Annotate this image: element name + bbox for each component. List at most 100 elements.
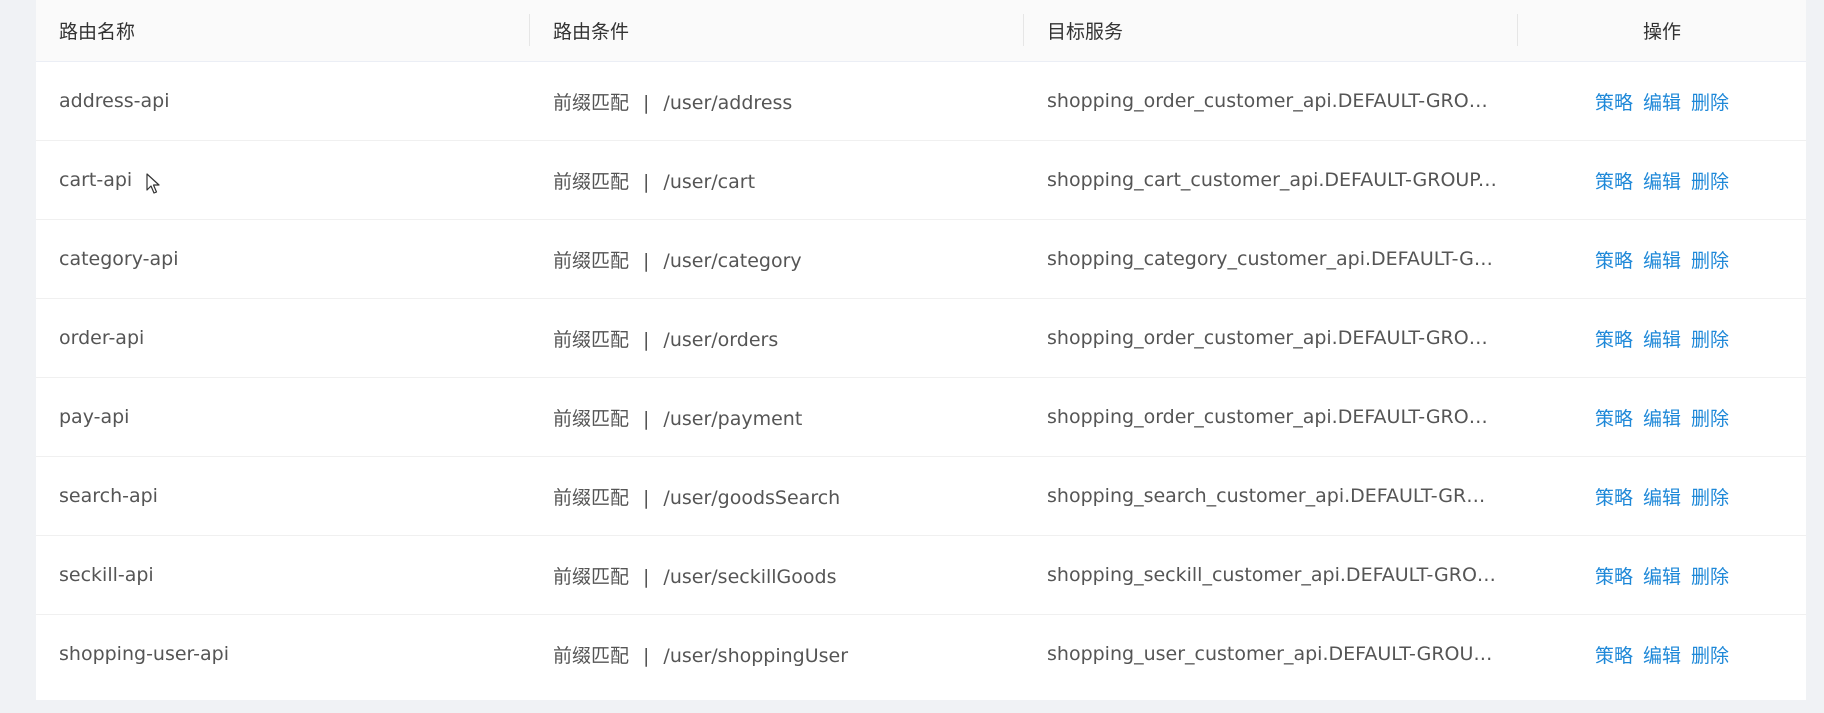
delete-link[interactable]: 删除 [1691, 250, 1729, 272]
route-condition-cell: 前缀匹配 | /user/address [530, 61, 1024, 141]
table-row: order-api 前缀匹配 | /user/orders shopping_ord… [36, 298, 1806, 378]
match-type-label: 前缀匹配 [553, 249, 630, 272]
delete-link[interactable]: 删除 [1691, 92, 1729, 114]
target-service-cell: shopping_seckill_customer_api.DEFAULT-GR… [1024, 535, 1518, 615]
table-row: search-api 前缀匹配 | /user/goodsSearch shoppi… [36, 456, 1806, 536]
route-table-panel: 路由名称 路由条件 目标服务 操作 address-api 前缀匹配 | /user… [36, 0, 1806, 700]
edit-link[interactable]: 编辑 [1643, 329, 1681, 351]
route-path: /user/orders [663, 328, 779, 351]
route-name-cell: cart-api [36, 140, 530, 220]
route-path: /user/goodsSearch [663, 486, 841, 509]
operations-cell: 策略 编辑 删除 [1518, 61, 1806, 141]
condition-separator: | [643, 407, 650, 430]
route-name-cell: order-api [36, 298, 530, 378]
target-service-text: shopping_order_customer_api.DEFAULT-GROU… [1047, 327, 1497, 350]
policy-link[interactable]: 策略 [1595, 566, 1633, 588]
route-path: /user/seckillGoods [663, 565, 837, 588]
policy-link[interactable]: 策略 [1595, 408, 1633, 430]
table-row: category-api 前缀匹配 | /user/category shoppin… [36, 219, 1806, 299]
delete-link[interactable]: 删除 [1691, 645, 1729, 667]
table-body: address-api 前缀匹配 | /user/address shopping_… [36, 61, 1806, 694]
operations-cell: 策略 编辑 删除 [1518, 377, 1806, 457]
edit-link[interactable]: 编辑 [1643, 171, 1681, 193]
delete-link[interactable]: 删除 [1691, 487, 1729, 509]
condition-separator: | [643, 565, 650, 588]
route-condition-cell: 前缀匹配 | /user/category [530, 219, 1024, 299]
condition-separator: | [643, 249, 650, 272]
column-header-operations: 操作 [1518, 0, 1806, 62]
target-service-cell: shopping_cart_customer_api.DEFAULT-GROUP… [1024, 140, 1518, 220]
route-path: /user/address [663, 91, 793, 114]
route-condition-cell: 前缀匹配 | /user/seckillGoods [530, 535, 1024, 615]
table-row: cart-api 前缀匹配 | /user/cart shopping_cart_c… [36, 140, 1806, 220]
route-condition-cell: 前缀匹配 | /user/shoppingUser [530, 615, 1024, 694]
match-type-label: 前缀匹配 [553, 407, 630, 430]
edit-link[interactable]: 编辑 [1643, 92, 1681, 114]
match-type-label: 前缀匹配 [553, 486, 630, 509]
target-service-text: shopping_search_customer_api.DEFAULT-GRO… [1047, 485, 1497, 508]
target-service-text: shopping_order_customer_api.DEFAULT-GROU… [1047, 406, 1497, 429]
route-name-cell: pay-api [36, 377, 530, 457]
mouse-pointer-icon [146, 173, 160, 194]
condition-separator: | [643, 170, 650, 193]
operations-cell: 策略 编辑 删除 [1518, 535, 1806, 615]
delete-link[interactable]: 删除 [1691, 171, 1729, 193]
delete-link[interactable]: 删除 [1691, 408, 1729, 430]
route-path: /user/cart [663, 170, 756, 193]
route-name-cell: search-api [36, 456, 530, 536]
route-condition-cell: 前缀匹配 | /user/goodsSearch [530, 456, 1024, 536]
route-condition-cell: 前缀匹配 | /user/cart [530, 140, 1024, 220]
operations-cell: 策略 编辑 删除 [1518, 140, 1806, 220]
delete-link[interactable]: 删除 [1691, 329, 1729, 351]
edit-link[interactable]: 编辑 [1643, 566, 1681, 588]
target-service-text: shopping_category_customer_api.DEFAULT-G… [1047, 248, 1497, 271]
match-type-label: 前缀匹配 [553, 170, 630, 193]
edit-link[interactable]: 编辑 [1643, 487, 1681, 509]
policy-link[interactable]: 策略 [1595, 250, 1633, 272]
table-row: pay-api 前缀匹配 | /user/payment shopping_orde… [36, 377, 1806, 457]
target-service-text: shopping_seckill_customer_api.DEFAULT-GR… [1047, 564, 1497, 587]
edit-link[interactable]: 编辑 [1643, 645, 1681, 667]
route-path: /user/category [663, 249, 802, 272]
target-service-text: shopping_order_customer_api.DEFAULT-GROU… [1047, 90, 1497, 113]
route-name-cell: category-api [36, 219, 530, 299]
target-service-cell: shopping_order_customer_api.DEFAULT-GROU… [1024, 377, 1518, 457]
target-service-cell: shopping_order_customer_api.DEFAULT-GROU… [1024, 298, 1518, 378]
column-header-route-name: 路由名称 [36, 0, 530, 62]
match-type-label: 前缀匹配 [553, 328, 630, 351]
delete-link[interactable]: 删除 [1691, 566, 1729, 588]
table-row: shopping-user-api 前缀匹配 | /user/shoppingUse… [36, 615, 1806, 694]
target-service-cell: shopping_order_customer_api.DEFAULT-GROU… [1024, 61, 1518, 141]
match-type-label: 前缀匹配 [553, 644, 630, 667]
condition-separator: | [643, 91, 650, 114]
table-row: seckill-api 前缀匹配 | /user/seckillGoods shop… [36, 535, 1806, 615]
operations-cell: 策略 编辑 删除 [1518, 219, 1806, 299]
target-service-cell: shopping_user_customer_api.DEFAULT-GROUP… [1024, 615, 1518, 694]
policy-link[interactable]: 策略 [1595, 171, 1633, 193]
policy-link[interactable]: 策略 [1595, 92, 1633, 114]
condition-separator: | [643, 486, 650, 509]
route-condition-cell: 前缀匹配 | /user/payment [530, 377, 1024, 457]
route-table: 路由名称 路由条件 目标服务 操作 address-api 前缀匹配 | /user… [36, 0, 1806, 693]
operations-cell: 策略 编辑 删除 [1518, 615, 1806, 694]
policy-link[interactable]: 策略 [1595, 487, 1633, 509]
condition-separator: | [643, 328, 650, 351]
route-path: /user/shoppingUser [663, 644, 849, 667]
route-name-cell: address-api [36, 61, 530, 141]
target-service-cell: shopping_category_customer_api.DEFAULT-G… [1024, 219, 1518, 299]
table-header: 路由名称 路由条件 目标服务 操作 [36, 0, 1806, 62]
target-service-text: shopping_user_customer_api.DEFAULT-GROUP… [1047, 643, 1497, 666]
operations-cell: 策略 编辑 删除 [1518, 456, 1806, 536]
condition-separator: | [643, 644, 650, 667]
route-condition-cell: 前缀匹配 | /user/orders [530, 298, 1024, 378]
policy-link[interactable]: 策略 [1595, 645, 1633, 667]
edit-link[interactable]: 编辑 [1643, 250, 1681, 272]
match-type-label: 前缀匹配 [553, 91, 630, 114]
match-type-label: 前缀匹配 [553, 565, 630, 588]
policy-link[interactable]: 策略 [1595, 329, 1633, 351]
edit-link[interactable]: 编辑 [1643, 408, 1681, 430]
target-service-text: shopping_cart_customer_api.DEFAULT-GROUP… [1047, 169, 1497, 192]
table-row: address-api 前缀匹配 | /user/address shopping_… [36, 61, 1806, 141]
target-service-cell: shopping_search_customer_api.DEFAULT-GRO… [1024, 456, 1518, 536]
column-header-target-service: 目标服务 [1024, 0, 1518, 62]
